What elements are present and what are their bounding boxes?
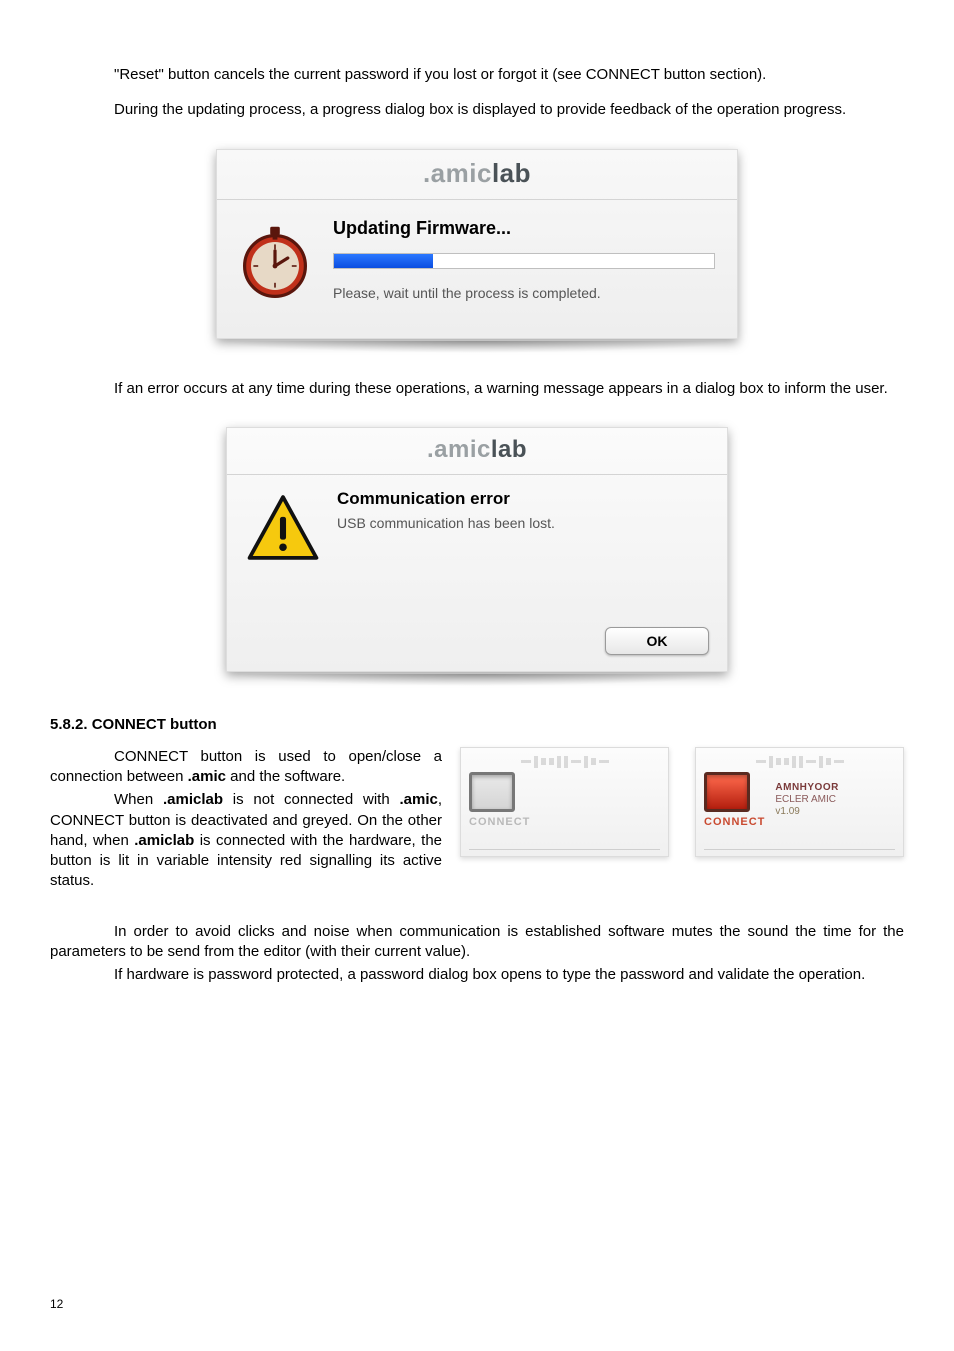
connect-indicator-on[interactable] [704, 772, 750, 812]
connect-label: CONNECT [704, 816, 765, 828]
connect-indicator-off[interactable] [469, 772, 515, 812]
connect-panel-connected: CONNECT AMNHYOOR ECLER AMIC v1.09 [695, 747, 904, 857]
progress-message: Please, wait until the process is comple… [333, 285, 715, 301]
device-info: AMNHYOOR ECLER AMIC v1.09 [775, 782, 838, 818]
error-title: Communication error [337, 489, 705, 509]
progress-bar [333, 253, 715, 269]
text: and the software. [226, 768, 345, 785]
dialog-brand-header: .amiclab [217, 150, 737, 200]
error-message: USB communication has been lost. [337, 515, 705, 531]
paragraph-error-intro: If an error occurs at any time during th… [50, 379, 904, 399]
communication-error-dialog: .amiclab Communication error USB communi… [226, 427, 728, 672]
paragraph-progress-intro: During the updating process, a progress … [50, 100, 904, 120]
section-heading-connect: 5.8.2. CONNECT button [50, 716, 904, 733]
panel-divider [704, 849, 895, 850]
page-number: 12 [50, 1297, 63, 1311]
brand-prefix: .amic [427, 436, 491, 463]
text: is not connected with [223, 791, 399, 808]
brand-suffix: lab [491, 436, 527, 463]
text: When [114, 791, 163, 808]
bold-amiclab: .amiclab [134, 832, 194, 849]
ok-button[interactable]: OK [605, 627, 709, 655]
panel-divider [469, 849, 660, 850]
stopwatch-icon [235, 222, 315, 302]
dialog-shadow [227, 674, 727, 686]
dialog-brand-header: .amiclab [227, 428, 727, 475]
device-name-line1: AMNHYOOR [775, 782, 838, 794]
connect-label: CONNECT [469, 816, 530, 828]
bold-amic: .amic [188, 768, 226, 785]
device-name-line2: ECLER AMIC [775, 794, 838, 806]
updating-firmware-dialog: .amiclab Updating Firmware. [216, 149, 738, 339]
progress-title: Updating Firmware... [333, 218, 715, 239]
connect-paragraph-3: In order to avoid clicks and noise when … [50, 922, 904, 963]
brand-suffix: lab [492, 158, 531, 188]
connect-paragraph-4: If hardware is password protected, a pas… [50, 965, 904, 985]
bold-amic: .amic [399, 791, 437, 808]
bold-amiclab: .amiclab [163, 791, 223, 808]
progress-bar-fill [334, 254, 433, 268]
panel-decoration [469, 754, 660, 770]
paragraph-reset: "Reset" button cancels the current passw… [50, 65, 904, 85]
device-version: v1.09 [775, 806, 838, 818]
connect-paragraph-2: When .amiclab is not connected with .ami… [50, 790, 442, 891]
brand-prefix: .amic [423, 158, 492, 188]
panel-decoration [704, 754, 895, 770]
warning-icon [245, 491, 321, 567]
dialog-shadow [217, 341, 737, 353]
connect-panel-disconnected: CONNECT [460, 747, 669, 857]
connect-paragraph-1: CONNECT button is used to open/close a c… [50, 747, 442, 788]
